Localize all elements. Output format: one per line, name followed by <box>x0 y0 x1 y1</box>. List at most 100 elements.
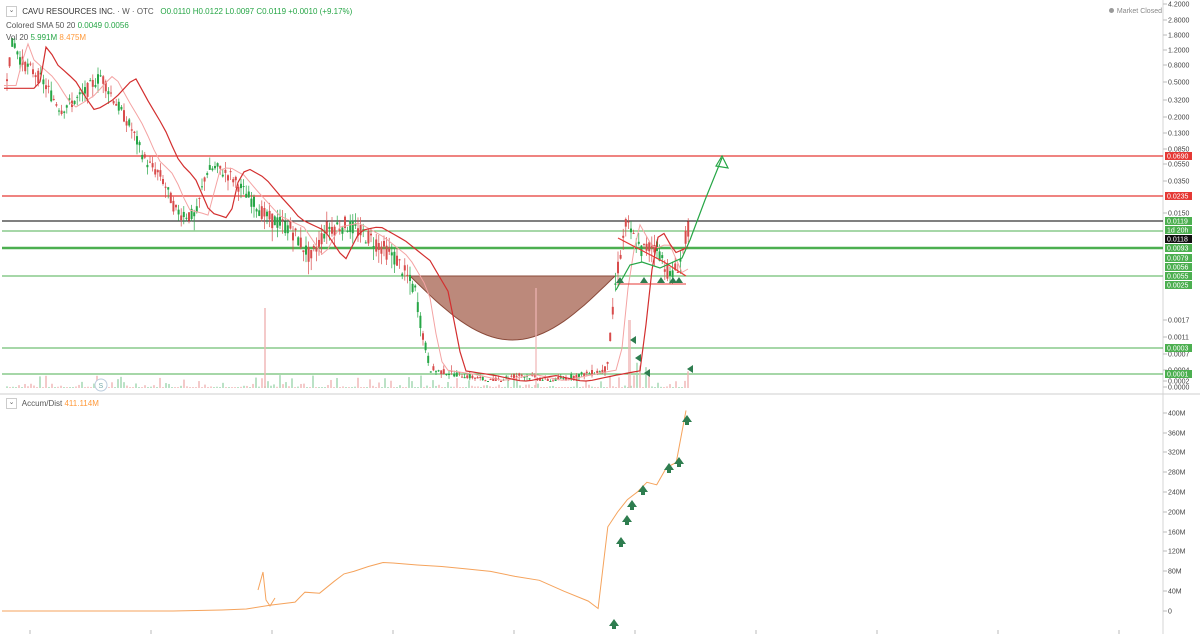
candle-body <box>489 379 492 381</box>
volume-bar <box>201 387 203 388</box>
candle-body <box>310 249 313 259</box>
price-badge-label: 0.0079 <box>1167 256 1189 263</box>
candle-body <box>221 174 224 177</box>
interval-label: W <box>122 7 130 16</box>
volume-bar <box>444 387 446 388</box>
candle-body <box>546 378 549 381</box>
candle-body <box>279 216 281 226</box>
candle-body <box>232 179 235 183</box>
candle-body <box>328 226 331 230</box>
candle-body <box>78 92 81 95</box>
price-badge-label: 0.0690 <box>1167 154 1189 161</box>
candle-body <box>422 333 424 340</box>
candle-body <box>16 51 19 55</box>
volume-bar <box>621 387 623 388</box>
candle-body <box>299 237 302 248</box>
volume-bar <box>462 387 464 388</box>
candle-body <box>266 211 268 217</box>
volume-bar <box>678 387 680 388</box>
candle-body <box>89 80 92 82</box>
volume-value: 5.991M <box>30 33 58 42</box>
candle-body <box>331 226 333 234</box>
candle-body <box>32 69 34 75</box>
candle-body <box>156 170 159 173</box>
candle-body <box>146 164 149 168</box>
volume-bar <box>384 378 386 388</box>
volume-bar <box>396 387 398 388</box>
candle-body <box>47 85 50 87</box>
volume-bar <box>30 383 32 388</box>
volume-bar <box>117 379 119 388</box>
volume-bar <box>114 387 116 388</box>
up-arrow-icon <box>638 485 648 495</box>
candle-body <box>159 170 162 177</box>
exchange-label: OTC <box>136 7 154 16</box>
candle-body <box>346 230 349 232</box>
volume-bar <box>477 386 479 388</box>
candle-body <box>151 163 154 168</box>
candle-body <box>37 70 40 84</box>
volume-bar <box>636 362 638 388</box>
volume-bar <box>633 375 635 388</box>
volume-bar <box>90 387 92 388</box>
chart-area[interactable]: 4.2000 2.8000 1.8000 1.2000 0.8000 0.5000 0.32… <box>0 0 1200 634</box>
volume-bar <box>495 386 497 388</box>
volume-bar <box>207 387 209 388</box>
volume-ma-value: 8.475M <box>59 33 87 42</box>
volume-bar <box>549 386 551 388</box>
candle-body <box>440 370 443 375</box>
candle-body <box>549 381 552 382</box>
candle-body <box>227 175 229 181</box>
candle-body <box>383 241 385 247</box>
candle-body <box>63 111 66 113</box>
candle-body <box>211 168 214 171</box>
candle-body <box>427 355 430 363</box>
candle-body <box>671 270 674 278</box>
ad-value: 411.114M <box>64 399 99 408</box>
ad-axis-label: 40M <box>1168 589 1182 596</box>
candle-body <box>229 171 232 173</box>
candle-body <box>260 206 263 219</box>
price-axis-label: 0.0011 <box>1168 335 1189 342</box>
candle-body <box>97 74 99 84</box>
volume-bar <box>282 384 284 388</box>
candle-body <box>614 283 617 285</box>
collapse-ad-icon[interactable]: ⌄ <box>6 398 17 410</box>
price-axis-label: 4.2000 <box>1168 2 1190 9</box>
volume-bar <box>267 381 269 388</box>
volume-bar <box>165 383 167 388</box>
chart-svg[interactable]: 4.2000 2.8000 1.8000 1.2000 0.8000 0.5000 0.32… <box>0 0 1200 634</box>
volume-bar <box>15 387 17 388</box>
volume-bar <box>582 386 584 388</box>
volume-bar <box>21 387 23 388</box>
candle-body <box>598 371 601 373</box>
legend-volume: Vol 20 5.991M 8.475M <box>6 32 86 43</box>
volume-bar <box>279 375 281 388</box>
volume-bar <box>681 387 683 388</box>
volume-bar <box>129 387 131 388</box>
volume-bar <box>225 387 227 388</box>
candle-body <box>474 377 476 379</box>
up-arrow-icon <box>674 457 684 467</box>
volume-bar <box>531 387 533 388</box>
candle-body <box>388 247 391 252</box>
volume-bar <box>447 382 449 388</box>
cup-pattern <box>408 275 617 341</box>
candle-body <box>541 379 544 381</box>
candle-body <box>370 233 372 236</box>
volume-bar <box>441 387 443 388</box>
legend-accum-dist: ⌄ Accum/Dist 411.114M <box>6 398 99 410</box>
collapse-legend-icon[interactable]: ⌄ <box>6 6 17 18</box>
volume-bar <box>654 387 656 388</box>
volume-bar <box>198 381 200 388</box>
candle-body <box>401 273 404 276</box>
candle-body <box>234 176 237 181</box>
volume-bar <box>189 387 191 388</box>
candle-body <box>130 129 133 131</box>
candle-body <box>60 110 63 114</box>
candle-body <box>643 243 645 245</box>
sma-value-2: 0.0056 <box>104 21 129 30</box>
up-arrow-icon <box>675 277 683 283</box>
candle-body <box>26 63 29 67</box>
candle-body <box>390 252 393 256</box>
